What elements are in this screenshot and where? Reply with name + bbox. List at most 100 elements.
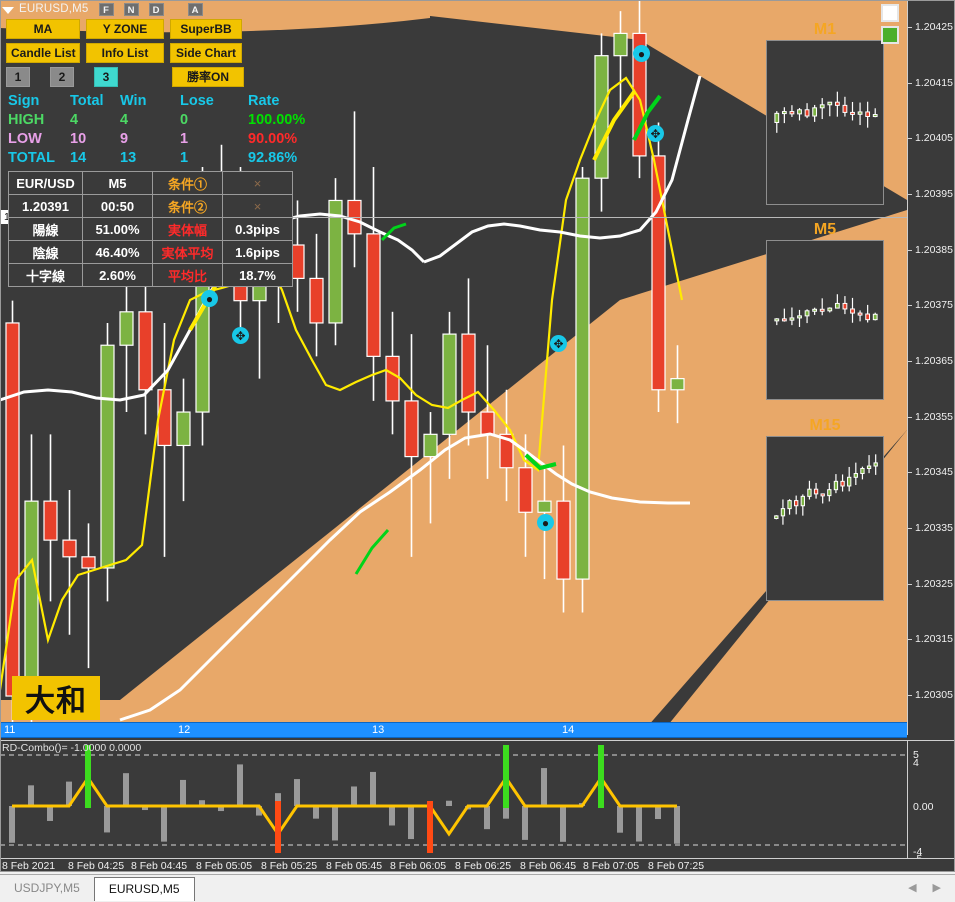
price-tick: 1.20325: [908, 578, 953, 590]
buy-arrow-marker: ✥: [647, 125, 664, 142]
price-tick: 1.20415: [908, 77, 953, 89]
stats-total-high: 4: [70, 112, 79, 128]
side-chart-m5[interactable]: M5: [766, 222, 884, 400]
scroll-right-icon[interactable]: ▶: [933, 881, 941, 894]
side-chart-m5-candles: [774, 294, 878, 327]
time-axis-tick: 8 Feb 06:05: [390, 860, 447, 872]
side-chart-m15-label: M15: [809, 417, 841, 434]
sell-arrow-marker: ●: [201, 290, 218, 307]
price-tick: 1.20305: [908, 689, 953, 701]
stats-lose-low: 1: [180, 131, 189, 147]
y-zone-button[interactable]: Y ZONE: [86, 19, 164, 39]
control-panel[interactable]: MA Y ZONE SuperBB Candle List Info List …: [6, 19, 244, 91]
ma-button[interactable]: MA: [6, 19, 80, 39]
toggle-green-square[interactable]: [881, 26, 899, 44]
toggle-white-square[interactable]: [881, 4, 899, 22]
collapse-triangle-icon[interactable]: [2, 6, 14, 14]
info-row: EUR/USD M5 条件① ×: [8, 171, 293, 195]
date-separator-bar: 11 12 13 14: [0, 722, 907, 738]
chart-titlebar: EURUSD,M5 F N D A: [0, 0, 955, 18]
preset-button-1[interactable]: 1: [6, 67, 30, 87]
tab-eurusd-m5[interactable]: EURUSD,M5: [93, 877, 195, 901]
date-separator-label: 11: [4, 724, 16, 736]
buy-arrow-marker: ●: [537, 514, 554, 531]
indicator-subwindow[interactable]: RD-Combo()= -1.0000 0.0000: [0, 740, 907, 858]
info-row: 十字線 2.60% 平均比 18.7%: [8, 263, 293, 287]
side-chart-m5-label: M5: [813, 221, 837, 238]
preset-button-3[interactable]: 3: [94, 67, 118, 87]
info-row: 陽線 51.00% 実体幅 0.3pips: [8, 217, 293, 241]
chart-tab-bar[interactable]: USDJPY,M5 EURUSD,M5 ◀ ▶: [0, 874, 955, 902]
stats-header-total: Total: [70, 93, 104, 109]
info-bodyavg-value: 1.6pips: [222, 240, 293, 264]
date-separator-label: 13: [372, 724, 385, 736]
info-bear-label: 陰線: [8, 240, 83, 264]
info-row: 1.20391 00:50 条件② ×: [8, 194, 293, 218]
stats-win-low: 9: [120, 131, 129, 147]
info-bodywidth-value: 0.3pips: [222, 217, 293, 241]
corner-toggle-group[interactable]: [881, 4, 899, 48]
info-price: 1.20391: [8, 194, 83, 218]
panel-row-3: 1 2 3 勝率ON: [6, 67, 244, 87]
winrate-toggle-button[interactable]: 勝率ON: [172, 67, 244, 87]
side-chart-m5-box: [766, 240, 884, 400]
tab-usdjpy-m5[interactable]: USDJPY,M5: [0, 878, 94, 900]
time-axis-tick: 8 Feb 07:25: [648, 860, 705, 872]
superbb-button[interactable]: SuperBB: [170, 19, 242, 39]
side-chart-m1-label: M1: [813, 21, 837, 38]
side-chart-m1-candles: [774, 91, 878, 133]
price-tick: 1.20385: [908, 244, 953, 256]
info-bodyavg-label: 実体平均: [152, 240, 223, 264]
info-row: 陰線 46.40% 実体平均 1.6pips: [8, 240, 293, 264]
stats-row-low: LOW 10 9 1 90.00%: [8, 130, 305, 149]
info-countdown: 00:50: [82, 194, 153, 218]
info-bodywidth-label: 実体幅: [152, 217, 223, 241]
price-tick: 1.20425: [908, 21, 953, 33]
time-axis[interactable]: 8 Feb 2021 8 Feb 04:25 8 Feb 04:45 8 Feb 05…: [0, 858, 955, 872]
titlebar-button-d[interactable]: D: [148, 2, 164, 16]
stats-lose-high: 0: [180, 112, 189, 128]
candle-list-button[interactable]: Candle List: [6, 43, 80, 63]
preset-button-2[interactable]: 2: [50, 67, 74, 87]
time-axis-tick: 8 Feb 05:05: [196, 860, 253, 872]
info-bull-label: 陽線: [8, 217, 83, 241]
info-condition1-label: 条件①: [152, 171, 223, 195]
chart-window[interactable]: ● ✥ ✥ ● ● ✥ 大和 M1 M5 M15 1.20425 1.20415…: [0, 0, 955, 872]
stats-header-sign: Sign: [8, 93, 40, 109]
time-axis-tick: 8 Feb 06:45: [520, 860, 577, 872]
info-list-button[interactable]: Info List: [86, 43, 164, 63]
price-axis[interactable]: 1.20425 1.20415 1.20405 1.20395 1.20385 1.203…: [907, 0, 955, 735]
titlebar-button-n[interactable]: N: [123, 2, 139, 16]
side-chart-m1[interactable]: M1: [766, 22, 884, 205]
time-axis-tick: 8 Feb 04:45: [131, 860, 188, 872]
info-grid: EUR/USD M5 条件① × 1.20391 00:50 条件② × 陽線 …: [8, 171, 293, 287]
price-tick: 1.20395: [908, 188, 953, 200]
stats-table: Sign Total Win Lose Rate HIGH 4 4 0 100.…: [8, 92, 305, 168]
panel-row-2: Candle List Info List Side Chart: [6, 43, 244, 63]
side-chart-m15[interactable]: M15: [766, 418, 884, 601]
titlebar-button-f[interactable]: F: [98, 2, 114, 16]
side-chart-m15-box: [766, 436, 884, 601]
stats-header-lose: Lose: [180, 93, 214, 109]
side-chart-button[interactable]: Side Chart: [170, 43, 242, 63]
stats-rate-low: 90.00%: [248, 131, 298, 147]
stats-total-total: 14: [70, 150, 87, 166]
buy-arrow-marker: ✥: [232, 327, 249, 344]
stats-row-high: HIGH 4 4 0 100.00%: [8, 111, 305, 130]
time-axis-tick: 8 Feb 07:05: [583, 860, 640, 872]
price-tick: 1.20375: [908, 299, 953, 311]
time-axis-tick: 8 Feb 04:25: [68, 860, 125, 872]
price-tick: 1.20405: [908, 132, 953, 144]
titlebar-button-a[interactable]: A: [187, 2, 203, 16]
tab-scroll-controls[interactable]: ◀ ▶: [908, 875, 955, 894]
stats-header-row: Sign Total Win Lose Rate: [8, 92, 305, 111]
info-avgratio-value: 18.7%: [222, 263, 293, 287]
stats-header-win: Win: [120, 93, 147, 109]
time-axis-tick: 8 Feb 05:45: [326, 860, 383, 872]
stats-sign-low: LOW: [8, 131, 42, 147]
info-condition2-value: ×: [222, 194, 293, 218]
scroll-left-icon[interactable]: ◀: [908, 881, 916, 894]
price-tick: 1.20335: [908, 522, 953, 534]
